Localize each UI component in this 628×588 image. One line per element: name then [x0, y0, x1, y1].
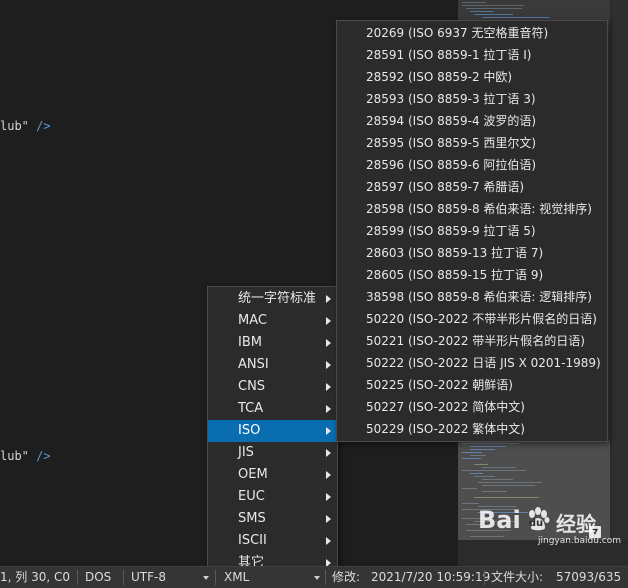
status-separator — [484, 570, 485, 585]
iso-encoding-item[interactable]: 28593 (ISO 8859-3 拉丁语 3) — [337, 88, 607, 110]
menu-item-label: 统一字符标准 — [238, 291, 317, 306]
watermark-brand-du: du — [528, 518, 544, 529]
iso-encoding-item[interactable]: 28594 (ISO 8859-4 波罗的语) — [337, 110, 607, 132]
encoding-menu-item[interactable]: OEM — [208, 464, 337, 486]
iso-encoding-item[interactable]: 50221 (ISO-2022 带半形片假名的日语) — [337, 330, 607, 352]
iso-encoding-item[interactable]: 50220 (ISO-2022 不带半形片假名的日语) — [337, 308, 607, 330]
submenu-arrow-icon — [326, 493, 331, 501]
menu-item-label: ISCII — [238, 533, 267, 548]
cursor-position[interactable]: 1, 列 30, C0 — [0, 567, 70, 588]
watermark-url: jingyan.baidu.com — [538, 536, 622, 546]
modified-time: 2021/7/20 10:59:19 — [371, 570, 491, 584]
syntax-selector[interactable]: XML — [224, 567, 249, 588]
submenu-arrow-icon — [326, 317, 331, 325]
minimap-line — [470, 11, 494, 12]
filesize-label: 文件大小: — [491, 570, 544, 584]
minimap-line — [462, 2, 486, 3]
iso-encoding-item[interactable]: 28598 (ISO 8859-8 希伯来语: 视觉排序) — [337, 198, 607, 220]
iso-encoding-item[interactable]: 50225 (ISO-2022 朝鲜语) — [337, 374, 607, 396]
chevron-down-icon[interactable] — [314, 576, 320, 580]
status-separator — [123, 570, 124, 585]
iso-encoding-item[interactable]: 50222 (ISO-2022 日语 JIS X 0201-1989) — [337, 352, 607, 374]
encoding-menu-item[interactable]: ISCII — [208, 530, 337, 552]
menu-item-label: SMS — [238, 511, 266, 526]
iso-encoding-item[interactable]: 28596 (ISO 8859-6 阿拉伯语) — [337, 154, 607, 176]
submenu-arrow-icon — [326, 471, 331, 479]
status-separator — [77, 570, 78, 585]
status-separator — [215, 570, 216, 585]
minimap-line — [462, 5, 524, 6]
code-text: lub" — [0, 449, 37, 463]
encoding-menu-item[interactable]: CNS — [208, 376, 337, 398]
menu-item-label: ANSI — [238, 357, 269, 372]
code-line-2: lub" /> — [0, 449, 51, 463]
iso-encoding-item[interactable]: 38598 (ISO 8859-8 希伯来语: 逻辑排序) — [337, 286, 607, 308]
encoding-menu-item[interactable]: TCA — [208, 398, 337, 420]
submenu-arrow-icon — [326, 427, 331, 435]
menu-item-label: ISO — [238, 423, 261, 438]
filesize-value: 57093/635 — [556, 570, 622, 584]
xml-tag-close: /> — [36, 119, 51, 133]
menu-item-label: TCA — [238, 401, 264, 416]
watermark-suffix: 经验 — [556, 512, 596, 536]
encoding-menu: 统一字符标准 MAC IBM ANSI CNS TCA ISO JIS OEM EUC SMS ISC… — [207, 286, 338, 574]
iso-encoding-item[interactable]: 28603 (ISO 8859-13 拉丁语 7) — [337, 242, 607, 264]
iso-encoding-item[interactable]: 20269 (ISO 6937 无空格重音符) — [337, 22, 607, 44]
submenu-arrow-icon — [326, 361, 331, 369]
code-line-1: lub" /> — [0, 119, 51, 133]
encoding-menu-item[interactable]: JIS — [208, 442, 337, 464]
iso-encoding-item[interactable]: 28592 (ISO 8859-2 中欧) — [337, 66, 607, 88]
submenu-arrow-icon — [326, 449, 331, 457]
iso-encoding-item[interactable]: 28605 (ISO 8859-15 拉丁语 9) — [337, 264, 607, 286]
iso-encoding-item[interactable]: 50229 (ISO-2022 繁体中文) — [337, 418, 607, 440]
baidu-watermark: Bai du 经验 jingyan.baidu.com — [478, 502, 628, 556]
submenu-arrow-icon — [326, 405, 331, 413]
encoding-selector[interactable]: UTF-8 — [131, 567, 166, 588]
menu-item-label: CNS — [238, 379, 266, 394]
line-ending[interactable]: DOS — [85, 567, 111, 588]
modified-label: 修改: — [332, 570, 361, 584]
menu-item-label: OEM — [238, 467, 268, 482]
menu-item-label: EUC — [238, 489, 265, 504]
iso-encoding-item[interactable]: 28597 (ISO 8859-7 希腊语) — [337, 176, 607, 198]
status-separator — [325, 570, 326, 585]
menu-item-label: IBM — [238, 335, 262, 350]
menu-item-label: JIS — [238, 445, 254, 460]
minimap-line — [474, 14, 513, 15]
iso-encoding-item[interactable]: 28599 (ISO 8859-9 拉丁语 5) — [337, 220, 607, 242]
vertical-scrollbar[interactable] — [612, 0, 628, 540]
iso-encoding-submenu: 20269 (ISO 6937 无空格重音符) 28591 (ISO 8859-1… — [336, 20, 608, 442]
encoding-menu-item[interactable]: ANSI — [208, 354, 337, 376]
minimap-line — [466, 8, 522, 9]
chevron-down-icon[interactable] — [203, 576, 209, 580]
iso-encoding-item[interactable]: 28591 (ISO 8859-1 拉丁语 I) — [337, 44, 607, 66]
menu-item-label: MAC — [238, 313, 267, 328]
xml-tag-close: /> — [36, 449, 51, 463]
submenu-arrow-icon — [326, 515, 331, 523]
encoding-menu-item[interactable]: SMS — [208, 508, 337, 530]
minimap-line — [482, 17, 550, 18]
submenu-arrow-icon — [326, 537, 331, 545]
encoding-menu-item[interactable]: MAC — [208, 310, 337, 332]
encoding-menu-item[interactable]: IBM — [208, 332, 337, 354]
encoding-menu-item[interactable]: ISO — [208, 420, 337, 442]
watermark-brand: Bai — [478, 506, 521, 534]
status-bar: 1, 列 30, C0 DOS UTF-8 XML 修改: 2021/7/20 … — [0, 566, 628, 588]
encoding-menu-item[interactable]: 统一字符标准 — [208, 288, 337, 310]
submenu-arrow-icon — [326, 339, 331, 347]
iso-encoding-item[interactable]: 50227 (ISO-2022 简体中文) — [337, 396, 607, 418]
submenu-arrow-icon — [326, 383, 331, 391]
code-text: lub" — [0, 119, 37, 133]
iso-encoding-item[interactable]: 28595 (ISO 8859-5 西里尔文) — [337, 132, 607, 154]
submenu-arrow-icon — [326, 295, 331, 303]
encoding-menu-item[interactable]: EUC — [208, 486, 337, 508]
